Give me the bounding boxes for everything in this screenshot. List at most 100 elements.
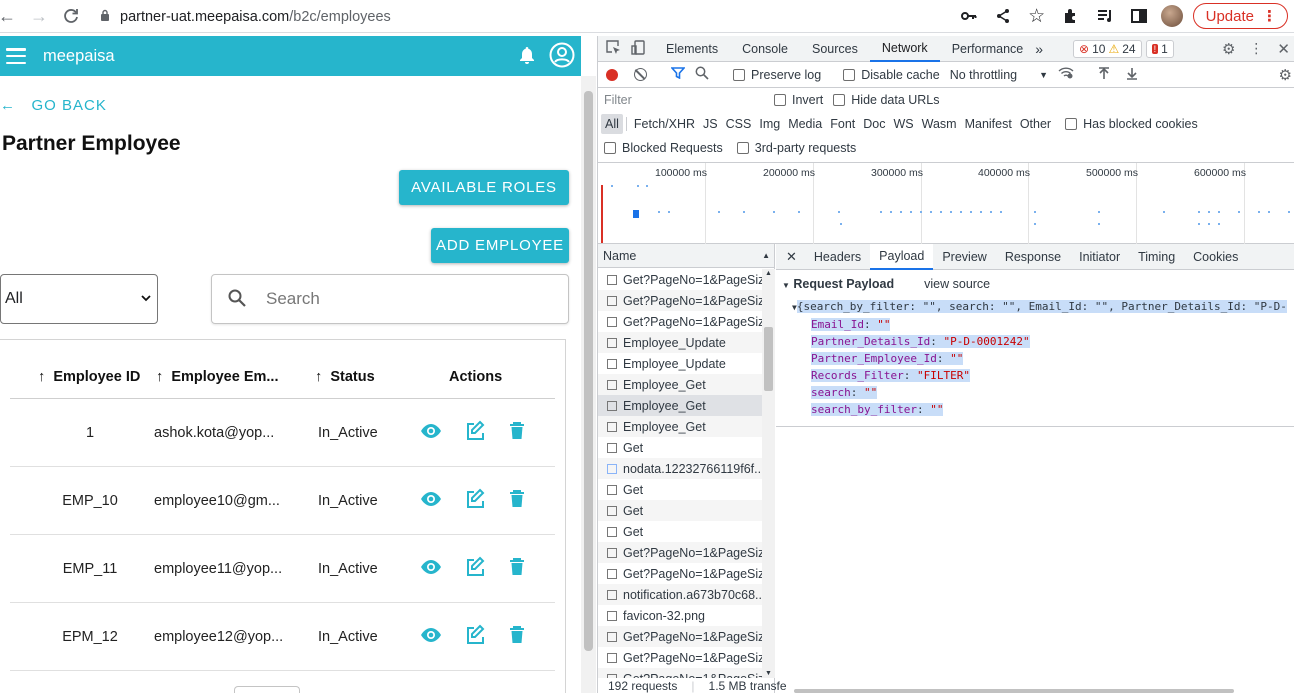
request-row[interactable]: Employee_Update [598, 353, 762, 374]
column-header-employee-id[interactable]: ↑ Employee ID [38, 369, 140, 385]
tab-sources[interactable]: Sources [800, 36, 870, 62]
view-eye-icon[interactable] [420, 623, 444, 647]
address-bar[interactable]: partner-uat.meepaisa.com/b2c/employees [100, 4, 960, 29]
pagination-select[interactable] [234, 686, 300, 693]
column-header-employee-email[interactable]: ↑ Employee Em... [156, 369, 279, 385]
filter-funnel-icon[interactable] [670, 67, 686, 82]
request-row[interactable]: Get?PageNo=1&PageSiz... [598, 647, 762, 668]
tab-elements[interactable]: Elements [654, 36, 730, 62]
key-icon[interactable] [957, 4, 981, 28]
request-row[interactable]: Employee_Get [598, 374, 762, 395]
close-detail-icon[interactable]: ✕ [786, 249, 797, 265]
search-icon[interactable] [695, 66, 709, 83]
request-row[interactable]: Get [598, 521, 762, 542]
type-filter-css[interactable]: CSS [722, 114, 756, 134]
invert-checkbox[interactable]: Invert [774, 93, 823, 107]
delete-icon[interactable] [509, 419, 533, 443]
type-filter-font[interactable]: Font [826, 114, 859, 134]
request-row[interactable]: Get [598, 437, 762, 458]
reload-icon[interactable] [58, 3, 84, 29]
request-row[interactable]: Get [598, 479, 762, 500]
request-row[interactable]: Employee_Get [598, 395, 762, 416]
import-icon[interactable] [1098, 66, 1110, 83]
page-scrollbar[interactable] [581, 76, 596, 693]
search-input[interactable]: Search [211, 274, 569, 324]
request-row[interactable]: Get?PageNo=1&PageSiz... [598, 563, 762, 584]
type-filter-all[interactable]: All [601, 114, 623, 134]
type-filter-fetch-xhr[interactable]: Fetch/XHR [630, 114, 699, 134]
payload-object-summary[interactable]: ▼{search_by_filter: "", search: "", Emai… [792, 300, 1294, 313]
type-filter-js[interactable]: JS [699, 114, 722, 134]
tab-cookies[interactable]: Cookies [1184, 244, 1247, 270]
clear-icon[interactable] [634, 68, 647, 81]
edit-icon[interactable] [465, 555, 489, 579]
tab-network[interactable]: Network [869, 36, 940, 62]
delete-icon[interactable] [509, 487, 533, 511]
request-row[interactable]: Get?PageNo=1&PageSiz... [598, 542, 762, 563]
delete-icon[interactable] [509, 623, 533, 647]
delete-icon[interactable] [509, 555, 533, 579]
blocked-requests-checkbox[interactable]: Blocked Requests [604, 141, 723, 155]
type-filter-wasm[interactable]: Wasm [918, 114, 961, 134]
inspect-icon[interactable] [606, 39, 621, 58]
request-row[interactable]: notification.a673b70c68... [598, 584, 762, 605]
edit-icon[interactable] [465, 623, 489, 647]
network-settings-icon[interactable]: ⚙ [1279, 66, 1292, 84]
more-vert-icon[interactable]: ⋮ [1249, 40, 1263, 57]
go-back-link[interactable]: ← GO BACK [0, 97, 107, 114]
export-icon[interactable] [1126, 67, 1138, 83]
type-filter-media[interactable]: Media [784, 114, 826, 134]
request-row[interactable]: Employee_Get [598, 416, 762, 437]
tab-timing[interactable]: Timing [1129, 244, 1184, 270]
forward-arrow-icon[interactable]: → [26, 3, 52, 29]
profile-avatar[interactable] [1160, 5, 1183, 27]
close-icon[interactable]: ✕ [1277, 40, 1290, 58]
reading-list-icon[interactable] [1093, 4, 1117, 28]
tab-headers[interactable]: Headers [805, 244, 870, 270]
tab-performance[interactable]: Performance [940, 36, 1036, 62]
edit-icon[interactable] [465, 487, 489, 511]
record-icon[interactable] [606, 68, 618, 81]
update-button[interactable]: Update ⋮ [1192, 3, 1288, 29]
request-row[interactable]: Employee_Update [598, 332, 762, 353]
tab-payload[interactable]: Payload [870, 243, 934, 270]
request-row[interactable]: Get?PageNo=1&PageSiz... [598, 311, 762, 332]
tab-response[interactable]: Response [996, 244, 1070, 270]
preserve-log-checkbox[interactable]: Preserve log [733, 68, 821, 82]
disable-cache-checkbox[interactable]: Disable cache [843, 68, 940, 82]
type-filter-doc[interactable]: Doc [859, 114, 889, 134]
settings-gear-icon[interactable]: ⚙ [1222, 40, 1235, 58]
request-row[interactable]: Get?PageNo=1&PageSiz... [598, 668, 762, 678]
request-payload-header[interactable]: ▼ Request Payload view source [782, 277, 990, 291]
bell-icon[interactable] [519, 46, 535, 67]
type-filter-img[interactable]: Img [755, 114, 784, 134]
third-party-requests-checkbox[interactable]: 3rd-party requests [736, 141, 856, 155]
device-toggle-icon[interactable] [631, 39, 646, 58]
type-filter-manifest[interactable]: Manifest [961, 114, 1016, 134]
menu-icon[interactable] [6, 48, 26, 64]
side-panel-icon[interactable] [1127, 4, 1151, 28]
account-circle-icon[interactable] [549, 42, 575, 71]
name-column-header[interactable]: Name ▲ [598, 244, 774, 268]
throttling-select[interactable]: No throttling ▼ [950, 68, 1048, 82]
hide-data-urls-checkbox[interactable]: Hide data URLs [833, 93, 940, 107]
extensions-icon[interactable] [1059, 4, 1083, 28]
type-filter-ws[interactable]: WS [889, 114, 917, 134]
star-icon[interactable]: ☆ [1025, 4, 1049, 28]
request-row[interactable]: Get?PageNo=1&PageSiz... [598, 626, 762, 647]
view-eye-icon[interactable] [420, 487, 444, 511]
available-roles-button[interactable]: AVAILABLE ROLES [399, 170, 569, 205]
view-eye-icon[interactable] [420, 555, 444, 579]
request-list-scrollbar[interactable]: ▲ ▼ [762, 269, 775, 678]
network-conditions-icon[interactable] [1058, 67, 1074, 82]
request-row[interactable]: Get?PageNo=1&PageSiz... [598, 269, 762, 290]
has-blocked-cookies-checkbox[interactable]: Has blocked cookies [1065, 117, 1198, 131]
request-row[interactable]: Get?PageNo=1&PageSiz... [598, 290, 762, 311]
tab-console[interactable]: Console [730, 36, 800, 62]
tab-initiator[interactable]: Initiator [1070, 244, 1129, 270]
network-overview-timeline[interactable]: 100000 ms 200000 ms 300000 ms 400000 ms … [598, 162, 1294, 245]
detail-horizontal-scrollbar[interactable] [794, 689, 1234, 693]
request-row[interactable]: favicon-32.png [598, 605, 762, 626]
view-eye-icon[interactable] [420, 419, 444, 443]
more-tabs-icon[interactable]: » [1035, 41, 1043, 57]
